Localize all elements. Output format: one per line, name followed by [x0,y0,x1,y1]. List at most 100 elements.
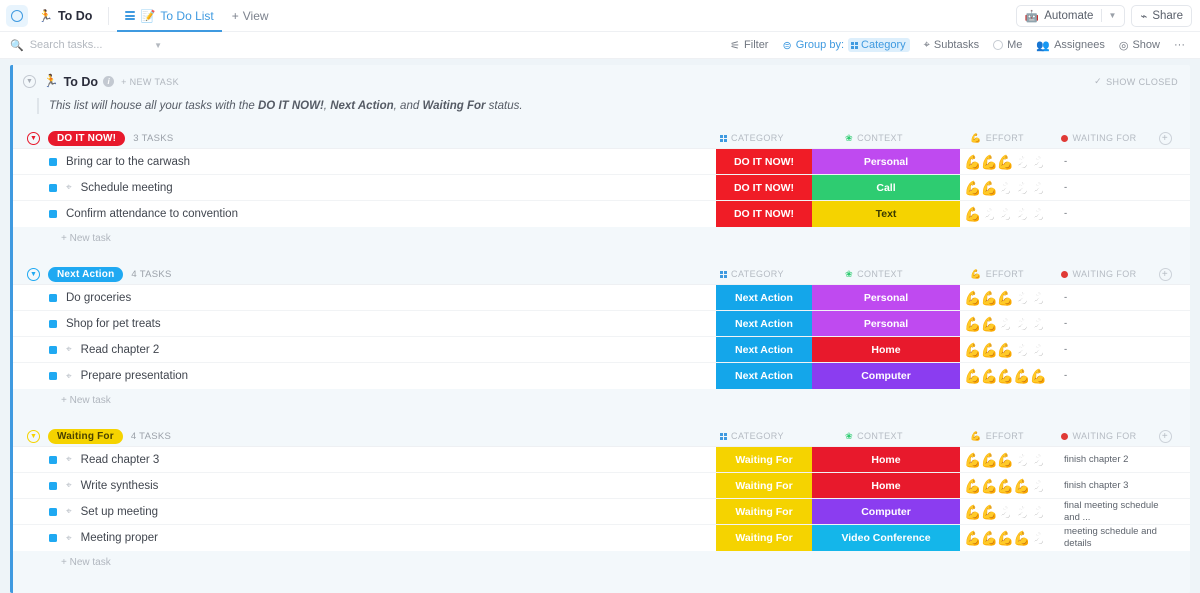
effort-cell[interactable]: 💪💪💪💪💪 [960,363,1058,389]
subtasks-button[interactable]: ⌖ Subtasks [917,37,986,54]
show-button[interactable]: ◎ Show [1112,37,1167,54]
column-header-effort[interactable]: 💪EFFORT [948,269,1046,280]
waiting-for-cell[interactable]: - [1058,175,1164,200]
workspace-avatar[interactable] [6,5,28,27]
effort-muscle-icon[interactable]: 💪 [1030,207,1047,221]
effort-muscle-icon[interactable]: 💪 [980,181,997,195]
effort-muscle-icon[interactable]: 💪 [1013,479,1030,493]
effort-muscle-icon[interactable]: 💪 [964,453,981,467]
group-by-button[interactable]: ⊜ Group by: Category [775,36,916,54]
column-header-category[interactable]: CATEGORY [704,431,800,441]
status-square-icon[interactable] [49,184,57,192]
effort-muscle-icon[interactable]: 💪 [1013,369,1030,383]
effort-muscle-icon[interactable]: 💪 [997,343,1014,357]
category-cell[interactable]: Next Action [716,337,812,362]
new-task-button[interactable]: + New task [13,227,1190,250]
category-cell[interactable]: Next Action [716,311,812,336]
effort-muscle-icon[interactable]: 💪 [1013,505,1030,519]
context-cell[interactable]: Computer [812,363,960,389]
effort-muscle-icon[interactable]: 💪 [997,505,1014,519]
automate-button[interactable]: 🤖 Automate ▼ [1016,5,1125,27]
search-input[interactable]: 🔍 Search tasks... ▼ [10,32,162,59]
column-header-effort[interactable]: 💪EFFORT [948,133,1046,144]
task-name-cell[interactable]: ⌖Meeting proper [13,525,716,551]
effort-muscle-icon[interactable]: 💪 [964,155,981,169]
task-name-cell[interactable]: ⌖Set up meeting [13,499,716,524]
column-header-effort[interactable]: 💪EFFORT [948,431,1046,442]
waiting-for-cell[interactable]: - [1058,285,1164,310]
effort-muscle-icon[interactable]: 💪 [1030,479,1047,493]
info-icon[interactable]: i [103,76,114,87]
status-square-icon[interactable] [49,456,57,464]
assignees-button[interactable]: 👥 Assignees [1029,37,1111,54]
context-cell[interactable]: Personal [812,285,960,310]
effort-muscle-icon[interactable]: 💪 [997,369,1014,383]
me-filter-button[interactable]: Me [986,37,1029,53]
effort-muscle-icon[interactable]: 💪 [964,181,981,195]
effort-muscle-icon[interactable]: 💪 [1013,291,1030,305]
effort-muscle-icon[interactable]: 💪 [1013,317,1030,331]
table-row[interactable]: ⌖Prepare presentationNext ActionComputer… [13,363,1190,389]
table-row[interactable]: Confirm attendance to conventionDO IT NO… [13,201,1190,227]
category-cell[interactable]: DO IT NOW! [716,201,812,227]
effort-muscle-icon[interactable]: 💪 [1030,531,1047,545]
effort-muscle-icon[interactable]: 💪 [997,207,1014,221]
table-row[interactable]: ⌖Write synthesisWaiting ForHome💪💪💪💪💪fini… [13,473,1190,499]
context-cell[interactable]: Personal [812,149,960,174]
effort-muscle-icon[interactable]: 💪 [997,531,1014,545]
effort-muscle-icon[interactable]: 💪 [1013,453,1030,467]
effort-muscle-icon[interactable]: 💪 [1030,343,1047,357]
effort-muscle-icon[interactable]: 💪 [980,291,997,305]
effort-muscle-icon[interactable]: 💪 [997,479,1014,493]
effort-muscle-icon[interactable]: 💪 [1013,343,1030,357]
collapse-group-icon[interactable]: ▼ [27,132,40,145]
effort-muscle-icon[interactable]: 💪 [980,155,997,169]
context-cell[interactable]: Home [812,337,960,362]
column-header-waiting-for[interactable]: WAITING FOR [1046,133,1152,143]
effort-muscle-icon[interactable]: 💪 [980,317,997,331]
new-task-button[interactable]: + New task [13,389,1190,412]
task-name-cell[interactable]: ⌖Schedule meeting [13,175,716,200]
column-header-category[interactable]: CATEGORY [704,269,800,279]
table-row[interactable]: Do groceriesNext ActionPersonal💪💪💪💪💪- [13,285,1190,311]
effort-muscle-icon[interactable]: 💪 [964,479,981,493]
column-header-waiting-for[interactable]: WAITING FOR [1046,431,1152,441]
share-button[interactable]: ⌁ Share [1131,5,1192,27]
status-square-icon[interactable] [49,320,57,328]
effort-muscle-icon[interactable]: 💪 [1013,181,1030,195]
effort-muscle-icon[interactable]: 💪 [980,505,997,519]
category-cell[interactable]: DO IT NOW! [716,175,812,200]
effort-cell[interactable]: 💪💪💪💪💪 [960,499,1058,524]
effort-cell[interactable]: 💪💪💪💪💪 [960,201,1058,227]
task-name-cell[interactable]: Bring car to the carwash [13,149,716,174]
table-row[interactable]: ⌖Schedule meetingDO IT NOW!Call💪💪💪💪💪- [13,175,1190,201]
status-square-icon[interactable] [49,508,57,516]
column-header-context[interactable]: ❀CONTEXT [800,269,948,280]
effort-muscle-icon[interactable]: 💪 [1030,369,1047,383]
effort-cell[interactable]: 💪💪💪💪💪 [960,285,1058,310]
effort-muscle-icon[interactable]: 💪 [997,317,1014,331]
table-row[interactable]: Shop for pet treatsNext ActionPersonal💪💪… [13,311,1190,337]
effort-muscle-icon[interactable]: 💪 [980,343,997,357]
waiting-for-cell[interactable]: finish chapter 2 [1058,447,1164,472]
effort-cell[interactable]: 💪💪💪💪💪 [960,525,1058,551]
effort-muscle-icon[interactable]: 💪 [964,207,981,221]
context-cell[interactable]: Personal [812,311,960,336]
category-cell[interactable]: Waiting For [716,473,812,498]
status-square-icon[interactable] [49,534,57,542]
status-square-icon[interactable] [49,346,57,354]
add-column-button[interactable]: + [1152,268,1178,281]
table-row[interactable]: Bring car to the carwashDO IT NOW!Person… [13,149,1190,175]
task-name-cell[interactable]: Shop for pet treats [13,311,716,336]
context-cell[interactable]: Call [812,175,960,200]
context-cell[interactable]: Home [812,447,960,472]
effort-muscle-icon[interactable]: 💪 [997,453,1014,467]
new-task-header-button[interactable]: + NEW TASK [121,77,179,87]
task-name-cell[interactable]: Do groceries [13,285,716,310]
effort-muscle-icon[interactable]: 💪 [1013,207,1030,221]
effort-cell[interactable]: 💪💪💪💪💪 [960,337,1058,362]
waiting-for-cell[interactable]: - [1058,337,1164,362]
column-header-context[interactable]: ❀CONTEXT [800,133,948,144]
effort-muscle-icon[interactable]: 💪 [964,317,981,331]
effort-muscle-icon[interactable]: 💪 [964,505,981,519]
